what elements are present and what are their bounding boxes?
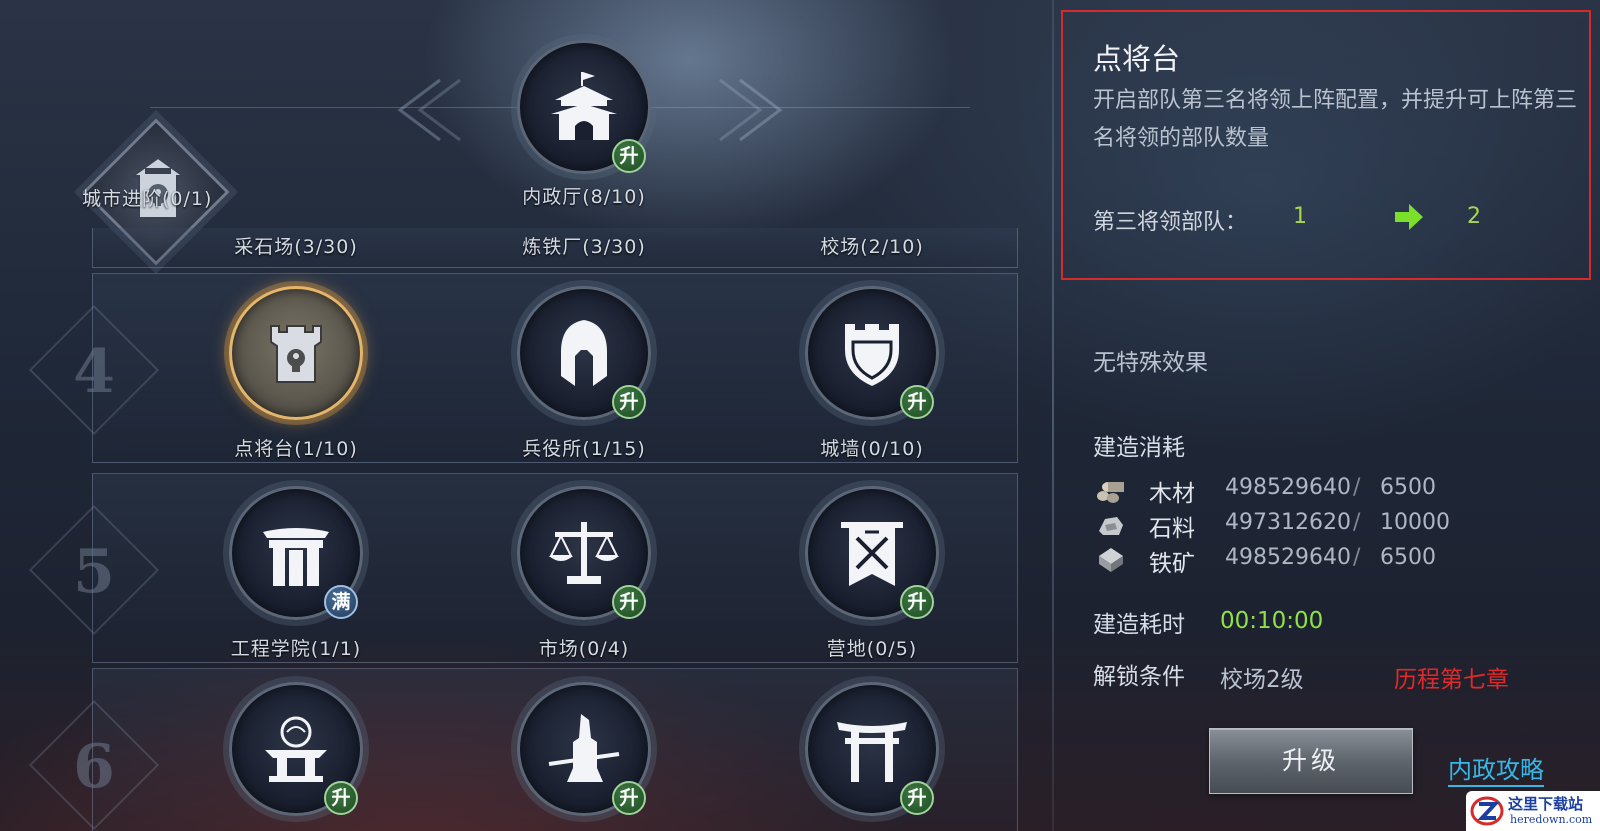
resource-row-stone: 石料 497312620 / 10000 <box>1095 509 1515 542</box>
city-wall-building[interactable]: 升 城墙(0/10) <box>722 286 1022 476</box>
stat-next-value: 2 <box>1467 204 1481 229</box>
special-effect-text: 无特殊效果 <box>1093 350 1208 376</box>
torii-ring: 升 <box>805 682 939 816</box>
city-advance-label: 城市进阶(0/1) <box>82 188 213 210</box>
resource-owned: 498529640 <box>1225 545 1351 570</box>
barracks-ring: 升 <box>517 286 651 420</box>
statue-building[interactable]: 升 <box>434 682 734 831</box>
resource-row-wood: 木材 498529640 / 6500 <box>1095 474 1515 507</box>
ironworks-label[interactable]: 炼铁厂(3/30) <box>434 232 734 259</box>
stone-icon <box>1099 517 1123 535</box>
wood-icon <box>1097 482 1124 503</box>
upgrade-badge: 升 <box>324 781 358 815</box>
city-wall-ring: 升 <box>805 286 939 420</box>
resource-required: 6500 <box>1380 545 1436 570</box>
guide-link[interactable]: 内政攻略 <box>1448 755 1544 787</box>
spartan-helmet-icon <box>561 320 607 386</box>
altar-orb-icon <box>265 716 327 782</box>
market-ring: 升 <box>517 486 651 620</box>
separator: / <box>1353 510 1361 535</box>
stat-current-value: 1 <box>1293 204 1307 229</box>
general-platform-building[interactable]: 点将台(1/10) <box>146 286 446 476</box>
academy-ring: 满 <box>229 486 363 620</box>
watermark-url: heredown.com <box>1510 813 1593 826</box>
building-description: 开启部队第三名将领上阵配置，并提升可上阵第三名将领的部队数量 <box>1093 88 1578 151</box>
site-logo-icon <box>1470 796 1504 826</box>
altar-ring: 升 <box>229 682 363 816</box>
city-buildings-screen: 城市进阶(0/1) 升 内政厅(8/10) 采石场(3/30) 炼铁厂(3/30… <box>0 0 1600 831</box>
locked-tower-icon <box>270 325 322 383</box>
upgrade-badge: 升 <box>900 781 934 815</box>
academy-gate-icon <box>263 528 329 586</box>
watermark-title: 这里下载站 <box>1508 795 1584 813</box>
upgrade-badge: 升 <box>900 385 934 419</box>
upgrade-badge: 升 <box>612 139 646 173</box>
iron-ore-icon <box>1099 548 1123 572</box>
training-ground-label[interactable]: 校场(2/10) <box>722 232 1022 259</box>
castle-shield-icon <box>845 324 899 386</box>
resource-name: 铁矿 <box>1149 551 1195 577</box>
build-time-value: 00:10:00 <box>1220 608 1324 634</box>
building-info-box: 点将台 开启部队第三名将领上阵配置，并提升可上阵第三名将领的部队数量 第三将领部… <box>1061 10 1591 280</box>
resource-required: 10000 <box>1380 510 1450 535</box>
site-watermark: 这里下载站 heredown.com <box>1466 791 1600 831</box>
unlock-requirement-met: 校场2级 <box>1220 667 1304 693</box>
market-building[interactable]: 升 市场(0/4) <box>434 486 734 676</box>
build-time-label: 建造耗时 <box>1093 612 1185 638</box>
altar-building[interactable]: 升 <box>146 682 446 831</box>
camp-ring: 升 <box>805 486 939 620</box>
crossed-swords-banner-icon <box>841 522 903 586</box>
torii-gate-icon <box>837 722 907 782</box>
camp-building[interactable]: 升 营地(0/5) <box>722 486 1022 676</box>
engineering-academy-building[interactable]: 满 工程学院(1/1) <box>146 486 446 676</box>
upgrade-badge: 升 <box>612 385 646 419</box>
city-advance-building[interactable]: 城市进阶(0/1) <box>3 60 303 266</box>
cost-title: 建造消耗 <box>1093 435 1185 461</box>
council-hall-building[interactable]: 升 内政厅(8/10) <box>434 40 734 230</box>
city-wall-label: 城墙(0/10) <box>820 438 924 460</box>
separator: / <box>1353 545 1361 570</box>
upgrade-badge: 升 <box>900 585 934 619</box>
barracks-building[interactable]: 升 兵役所(1/15) <box>434 286 734 476</box>
council-hall-label: 内政厅(8/10) <box>522 186 646 208</box>
quarry-label[interactable]: 采石场(3/30) <box>146 232 446 259</box>
selected-ring <box>229 286 363 420</box>
barracks-label: 兵役所(1/15) <box>522 438 646 460</box>
statue-ring: 升 <box>517 682 651 816</box>
resource-owned: 497312620 <box>1225 510 1351 535</box>
resource-row-iron: 铁矿 498529640 / 6500 <box>1095 544 1515 577</box>
upgrade-badge: 升 <box>612 781 646 815</box>
general-platform-label: 点将台(1/10) <box>234 438 358 460</box>
resource-owned: 498529640 <box>1225 475 1351 500</box>
torii-building[interactable]: 升 <box>722 682 1022 831</box>
council-hall-ring: 升 <box>517 40 651 174</box>
resource-name: 石料 <box>1149 516 1195 542</box>
palace-gate-icon <box>551 72 617 140</box>
upgrade-badge: 升 <box>612 585 646 619</box>
building-title: 点将台 <box>1093 42 1181 76</box>
maxed-badge: 满 <box>324 585 358 619</box>
panel-divider <box>1052 0 1054 831</box>
resource-name: 木材 <box>1149 481 1195 507</box>
stat-label: 第三将领部队： <box>1093 210 1248 235</box>
arrow-right-icon <box>1395 204 1423 230</box>
camp-label: 营地(0/5) <box>826 638 918 660</box>
market-label: 市场(0/4) <box>538 638 630 660</box>
unlock-requirement-unmet: 历程第七章 <box>1394 667 1509 693</box>
warrior-statue-icon <box>548 714 620 782</box>
engineering-academy-label: 工程学院(1/1) <box>230 638 362 660</box>
unlock-label: 解锁条件 <box>1093 664 1185 690</box>
upgrade-button[interactable]: 升级 <box>1209 728 1413 794</box>
resource-required: 6500 <box>1380 475 1436 500</box>
balance-scale-icon <box>549 522 619 584</box>
separator: / <box>1353 475 1361 500</box>
